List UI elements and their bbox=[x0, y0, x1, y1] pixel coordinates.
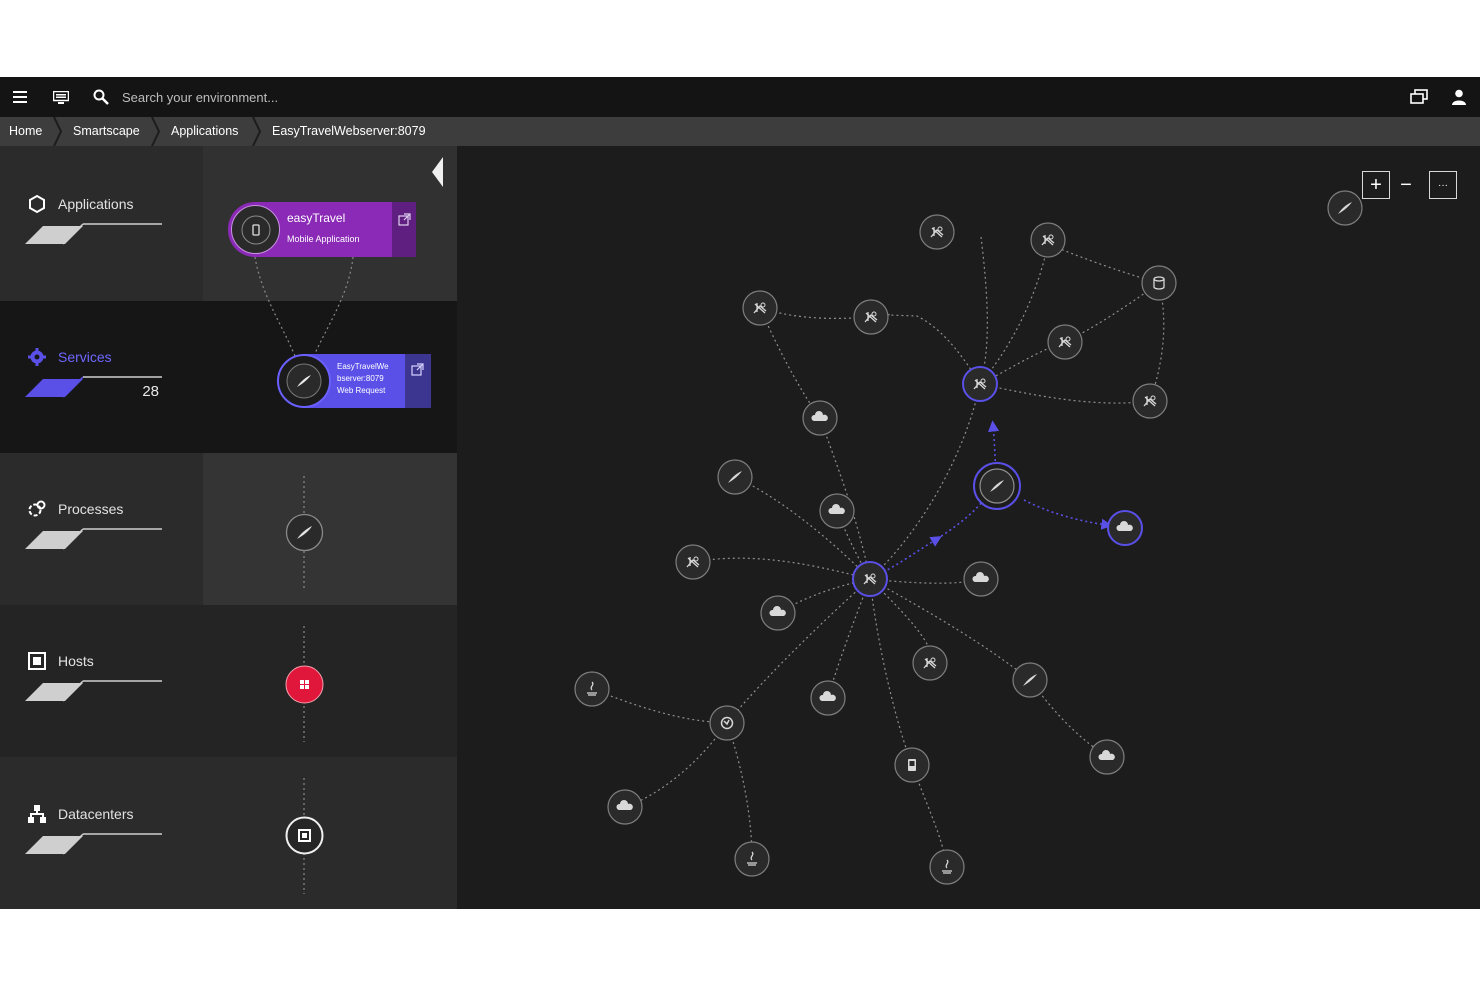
layer-title: Processes bbox=[58, 501, 124, 517]
layer-datacenters[interactable]: Datacenters bbox=[25, 805, 165, 866]
graph-node[interactable] bbox=[675, 544, 711, 580]
layer-underline-icon bbox=[25, 833, 162, 855]
breadcrumb-separator-icon bbox=[53, 117, 63, 146]
service-type: Web Request bbox=[337, 386, 386, 395]
feather-icon bbox=[285, 513, 324, 552]
graph-node[interactable] bbox=[1047, 324, 1083, 360]
layer-title: Hosts bbox=[58, 653, 94, 669]
graph-node[interactable] bbox=[1107, 510, 1143, 546]
graph-node[interactable] bbox=[574, 671, 610, 707]
graph-node[interactable] bbox=[742, 290, 778, 326]
feather-icon bbox=[277, 354, 331, 408]
search-input[interactable] bbox=[122, 88, 522, 106]
graph-node[interactable] bbox=[810, 680, 846, 716]
graph-node[interactable] bbox=[1012, 662, 1048, 698]
graph-node[interactable] bbox=[1327, 190, 1363, 226]
graph-node[interactable] bbox=[894, 747, 930, 783]
datacenter-node[interactable] bbox=[285, 816, 324, 860]
easytravel-application-card[interactable]: easyTravel Mobile Application bbox=[228, 202, 416, 257]
graph-node[interactable] bbox=[802, 400, 838, 436]
windows-switch-icon[interactable] bbox=[1409, 87, 1429, 107]
breadcrumb-separator-icon bbox=[252, 117, 262, 146]
graph-nodes[interactable] bbox=[574, 190, 1363, 885]
graph-node[interactable] bbox=[912, 645, 948, 681]
graph-node[interactable] bbox=[853, 299, 889, 335]
graph-node[interactable] bbox=[607, 789, 643, 825]
layer-underline-icon bbox=[25, 223, 162, 245]
graph-node[interactable] bbox=[819, 493, 855, 529]
processes-icon bbox=[28, 500, 46, 517]
graph-node[interactable] bbox=[929, 849, 965, 885]
mobile-icon bbox=[231, 205, 280, 254]
smartscape-graph[interactable] bbox=[457, 146, 1480, 909]
graph-node[interactable] bbox=[919, 214, 955, 250]
gear-icon bbox=[28, 348, 46, 366]
graph-node[interactable] bbox=[1089, 739, 1125, 775]
layer-underline-icon bbox=[25, 680, 162, 702]
user-icon[interactable] bbox=[1449, 87, 1469, 107]
environment-monitor-icon[interactable] bbox=[51, 87, 71, 107]
breadcrumb-separator-icon bbox=[151, 117, 161, 146]
graph-node[interactable] bbox=[717, 459, 753, 495]
graph-node[interactable] bbox=[709, 705, 745, 741]
magnifier-icon[interactable] bbox=[91, 87, 111, 107]
zoom-out-button[interactable]: − bbox=[1392, 171, 1420, 199]
more-options-button[interactable]: ··· bbox=[1429, 171, 1457, 199]
layer-title: Applications bbox=[58, 196, 134, 212]
host-icon bbox=[28, 652, 46, 670]
graph-node[interactable] bbox=[852, 561, 888, 597]
services-count: 28 bbox=[142, 383, 159, 400]
layer-hosts[interactable]: Hosts bbox=[25, 652, 165, 713]
stack-connections bbox=[254, 256, 354, 894]
zoom-in-button[interactable]: + bbox=[1362, 171, 1390, 199]
smartscape-app: Home Smartscape Applications EasyTravelW… bbox=[0, 77, 1480, 909]
easytravelwebserver-service-card[interactable]: EasyTravelWe bserver:8079 Web Request bbox=[277, 354, 431, 408]
graph-node[interactable] bbox=[962, 366, 998, 402]
host-node[interactable] bbox=[285, 665, 324, 709]
graph-node[interactable] bbox=[734, 841, 770, 877]
datacenter-icon bbox=[285, 816, 324, 855]
layer-title: Services bbox=[58, 349, 112, 365]
app-name: easyTravel bbox=[287, 211, 346, 225]
service-name-line1: EasyTravelWe bbox=[337, 362, 389, 371]
layer-services[interactable]: Services 28 bbox=[25, 348, 165, 409]
breadcrumb-smartscape[interactable]: Smartscape bbox=[73, 117, 140, 146]
app-type: Mobile Application bbox=[287, 234, 360, 244]
service-name-line2: bserver:8079 bbox=[337, 374, 384, 383]
graph-node[interactable] bbox=[1141, 265, 1177, 301]
graph-node[interactable] bbox=[760, 595, 796, 631]
hamburger-menu-icon[interactable] bbox=[10, 87, 30, 107]
graph-node[interactable] bbox=[1132, 383, 1168, 419]
mobile-icon bbox=[908, 759, 916, 771]
windows-icon bbox=[285, 665, 324, 704]
top-bar bbox=[0, 77, 1480, 117]
open-external-icon[interactable] bbox=[398, 213, 411, 226]
open-external-icon[interactable] bbox=[411, 363, 424, 376]
process-node[interactable] bbox=[285, 513, 324, 557]
layer-underline-icon bbox=[25, 528, 162, 550]
layer-title: Datacenters bbox=[58, 806, 134, 822]
datacenter-icon bbox=[28, 805, 46, 823]
layer-processes[interactable]: Processes bbox=[25, 500, 165, 561]
graph-node[interactable] bbox=[1030, 222, 1066, 258]
graph-node[interactable] bbox=[963, 561, 999, 597]
layer-applications[interactable]: Applications bbox=[25, 194, 165, 256]
breadcrumb-applications[interactable]: Applications bbox=[171, 117, 238, 146]
breadcrumb: Home Smartscape Applications EasyTravelW… bbox=[0, 117, 1480, 146]
breadcrumb-home[interactable]: Home bbox=[9, 117, 42, 146]
hexagon-icon bbox=[29, 194, 45, 214]
graph-node[interactable] bbox=[973, 462, 1021, 510]
breadcrumb-current: EasyTravelWebserver:8079 bbox=[272, 124, 426, 138]
